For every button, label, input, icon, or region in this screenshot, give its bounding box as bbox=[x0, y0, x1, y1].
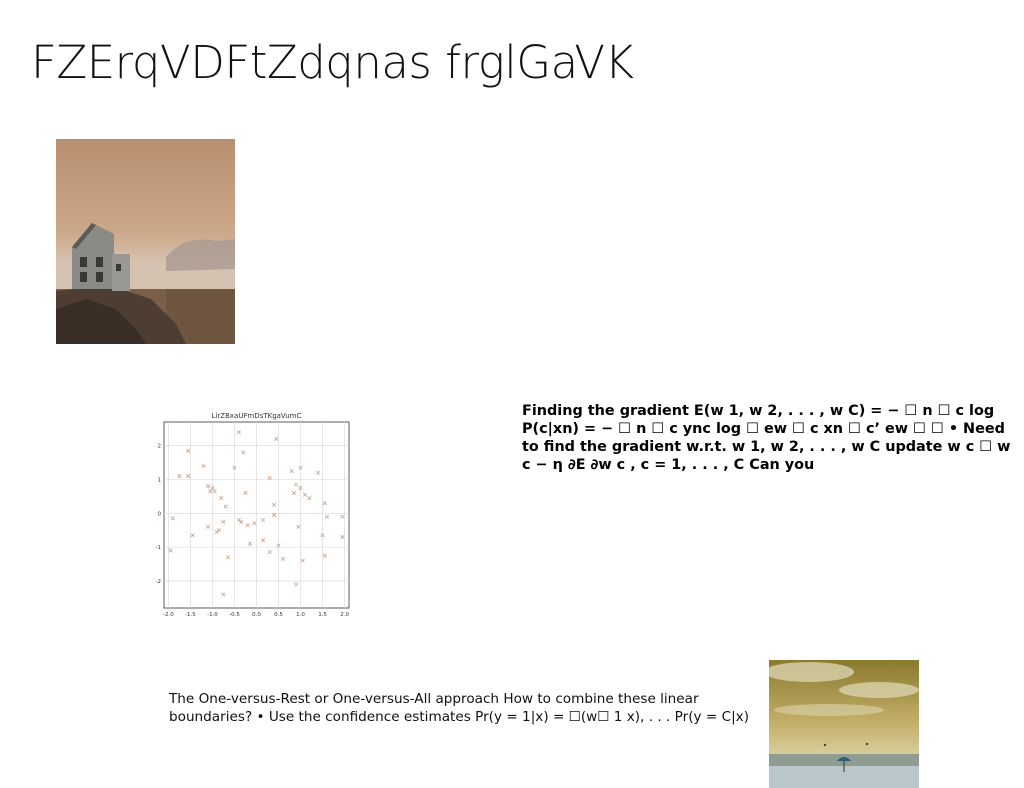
photo-house-on-cliff bbox=[56, 139, 235, 344]
scatter-chart: LirZBxaUFmDsTKgaVumC -2.0 -1.5 -1.0 -0.5 0.0 0… bbox=[150, 408, 360, 620]
slide-title: FZErqVDFtZdqnas frglGaVK bbox=[31, 36, 634, 89]
x-tick-label: 2.0 bbox=[340, 612, 349, 618]
y-tick-label: 0 bbox=[158, 511, 162, 517]
one-versus-rest-text-block: The One-versus-Rest or One-versus-All ap… bbox=[169, 691, 750, 725]
x-tick-label: 1.5 bbox=[318, 612, 327, 618]
x-tick-label: 0.5 bbox=[274, 612, 283, 618]
x-tick-label: -1.0 bbox=[207, 612, 218, 618]
y-tick-label: -1 bbox=[156, 545, 161, 551]
chart-title: LirZBxaUFmDsTKgaVumC bbox=[212, 412, 302, 420]
photo-beach-umbrella bbox=[769, 660, 919, 788]
x-tick-label: -1.5 bbox=[185, 612, 196, 618]
x-tick-label: -2.0 bbox=[163, 612, 174, 618]
x-tick-label: 1.0 bbox=[296, 612, 305, 618]
y-tick-label: -2 bbox=[156, 579, 161, 585]
y-tick-label: 1 bbox=[158, 477, 162, 483]
x-tick-label: 0.0 bbox=[252, 612, 261, 618]
y-tick-label: 2 bbox=[158, 444, 162, 450]
gradient-text-block: Finding the gradient E(w 1, w 2, . . . ,… bbox=[522, 403, 1011, 473]
x-tick-label: -0.5 bbox=[229, 612, 240, 618]
